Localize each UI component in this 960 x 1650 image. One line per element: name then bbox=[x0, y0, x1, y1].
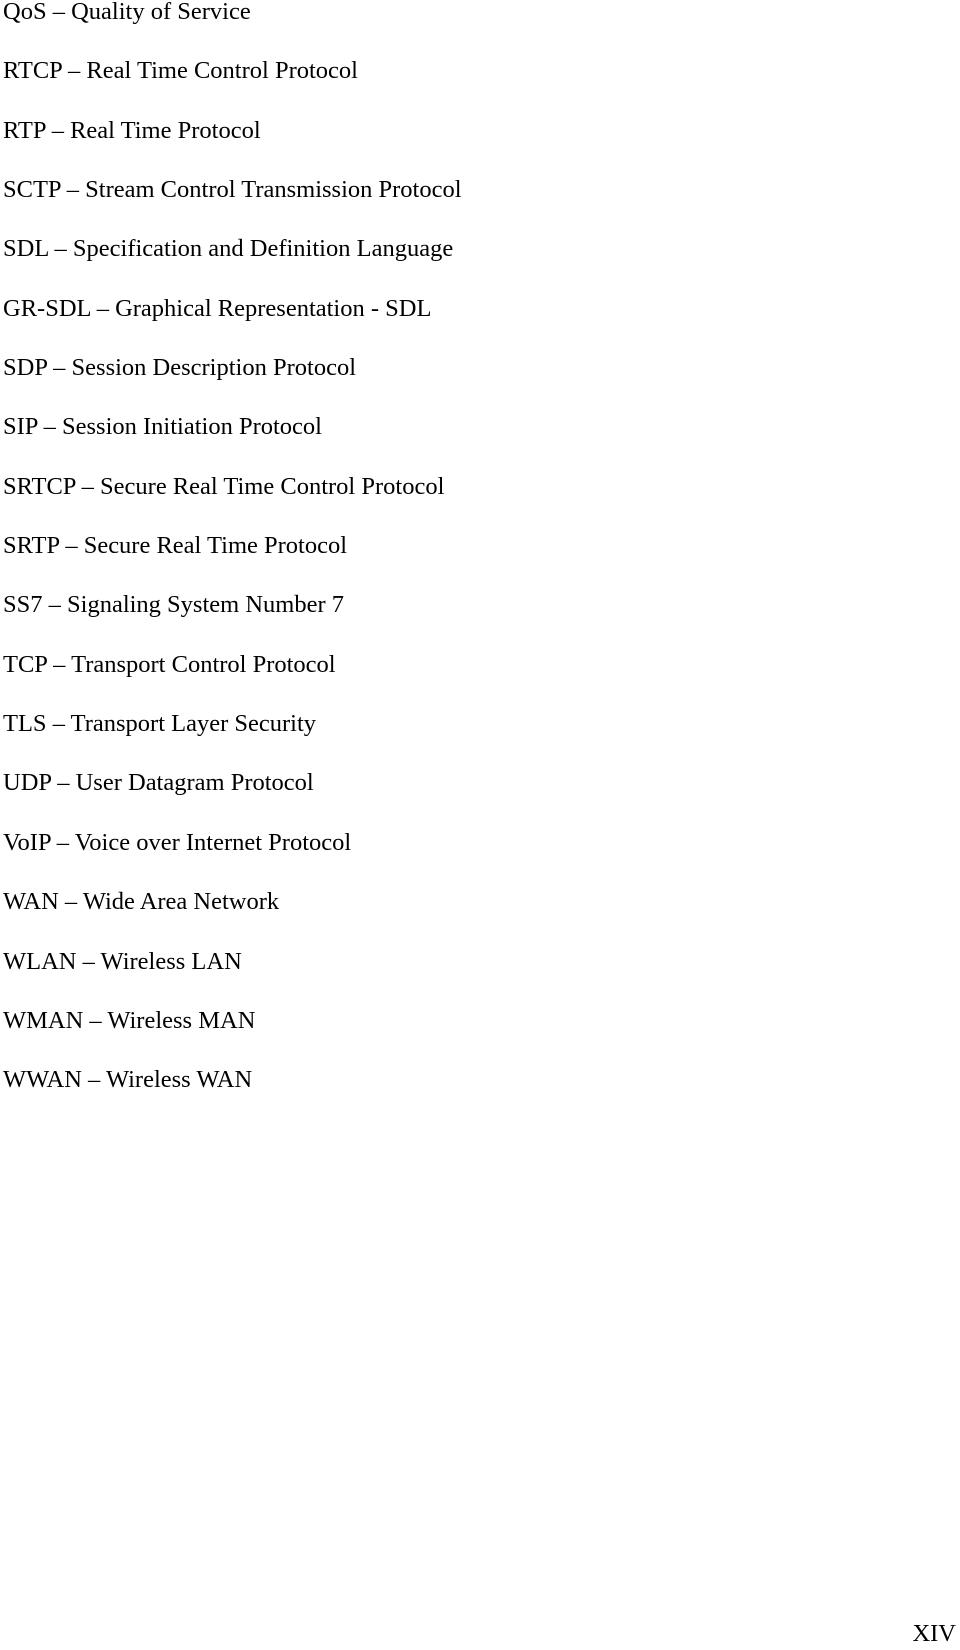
abbreviation-entry: TLS – Transport Layer Security bbox=[3, 708, 462, 767]
abbreviation-separator: – bbox=[50, 828, 75, 856]
abbreviation-definition: Real Time Control Protocol bbox=[86, 57, 358, 85]
abbreviation-separator: – bbox=[81, 1066, 106, 1094]
abbreviation-definition: Secure Real Time Control Protocol bbox=[100, 472, 445, 500]
abbreviation-definition: Voice over Internet Protocol bbox=[74, 828, 352, 856]
abbreviation-entry: QoS – Quality of Service bbox=[3, 0, 462, 55]
abbreviation-definition: Transport Layer Security bbox=[70, 710, 317, 738]
abbreviation-separator: – bbox=[45, 116, 71, 144]
abbreviation-term: RTCP bbox=[3, 57, 62, 85]
abbreviation-separator: – bbox=[75, 472, 101, 500]
page-number: XIV bbox=[912, 1620, 956, 1647]
abbreviation-entry: WAN – Wide Area Network bbox=[3, 886, 462, 945]
abbreviation-separator: – bbox=[46, 0, 72, 25]
abbreviation-term: SDP bbox=[3, 354, 48, 382]
abbreviation-definition: Wireless WAN bbox=[105, 1066, 253, 1094]
abbreviation-definition: Transport Control Protocol bbox=[71, 650, 336, 678]
abbreviation-entry: SRTCP – Secure Real Time Control Protoco… bbox=[3, 471, 462, 530]
abbreviation-entry: SIP – Session Initiation Protocol bbox=[3, 411, 462, 470]
abbreviation-entry: TCP – Transport Control Protocol bbox=[3, 649, 462, 708]
abbreviation-entry: RTP – Real Time Protocol bbox=[3, 115, 462, 174]
abbreviation-separator: – bbox=[47, 650, 72, 678]
abbreviation-definition: Wide Area Network bbox=[82, 888, 280, 916]
abbreviation-entry: SS7 – Signaling System Number 7 bbox=[3, 589, 462, 648]
abbreviation-entry: GR-SDL – Graphical Representation - SDL bbox=[3, 293, 462, 352]
abbreviation-definition: Session Description Protocol bbox=[71, 354, 357, 382]
abbreviation-term: SRTCP bbox=[3, 472, 76, 500]
abbreviation-entry: VoIP – Voice over Internet Protocol bbox=[3, 827, 462, 886]
abbreviation-entry: SRTP – Secure Real Time Protocol bbox=[3, 530, 462, 589]
abbreviation-term: TLS bbox=[3, 710, 47, 738]
abbreviation-definition: Real Time Protocol bbox=[70, 116, 261, 144]
abbreviation-term: TCP bbox=[3, 650, 48, 678]
abbreviation-separator: – bbox=[90, 294, 116, 322]
abbreviation-definition: Wireless MAN bbox=[107, 1006, 256, 1034]
abbreviation-definition: User Datagram Protocol bbox=[75, 769, 314, 797]
abbreviation-definition: Signaling System Number 7 bbox=[67, 591, 344, 619]
abbreviation-separator: – bbox=[37, 413, 63, 441]
abbreviation-definition: Session Initiation Protocol bbox=[62, 413, 322, 441]
abbreviation-term: QoS bbox=[3, 0, 47, 25]
abbreviation-term: VoIP bbox=[3, 828, 51, 856]
abbreviation-separator: – bbox=[51, 769, 76, 797]
abbreviation-separator: – bbox=[46, 710, 71, 738]
abbreviation-separator: – bbox=[47, 354, 72, 382]
abbreviation-separator: – bbox=[59, 532, 84, 560]
abbreviation-term: WMAN bbox=[3, 1006, 84, 1034]
abbreviation-entry: SCTP – Stream Control Transmission Proto… bbox=[3, 174, 462, 233]
abbreviation-entry: RTCP – Real Time Control Protocol bbox=[3, 55, 462, 114]
abbreviation-term: SS7 bbox=[3, 591, 43, 619]
abbreviation-term: SRTP bbox=[3, 532, 60, 560]
abbreviation-definition: Secure Real Time Protocol bbox=[83, 532, 348, 560]
abbreviation-entry: UDP – User Datagram Protocol bbox=[3, 767, 462, 826]
abbreviation-term: WLAN bbox=[3, 947, 77, 975]
abbreviation-definition: Specification and Definition Language bbox=[72, 235, 454, 263]
abbreviation-separator: – bbox=[60, 176, 86, 204]
abbreviation-term: WWAN bbox=[3, 1066, 82, 1094]
abbreviation-term: RTP bbox=[3, 116, 46, 144]
abbreviation-separator: – bbox=[61, 57, 87, 85]
abbreviation-separator: – bbox=[48, 235, 73, 263]
abbreviation-term: UDP bbox=[3, 769, 52, 797]
abbreviation-term: SIP bbox=[3, 413, 38, 441]
abbreviation-entry: WWAN – Wireless WAN bbox=[3, 1064, 462, 1123]
abbreviation-list: QoS – Quality of Service RTCP – Real Time… bbox=[3, 0, 462, 1124]
abbreviation-definition: Wireless LAN bbox=[100, 947, 242, 975]
abbreviation-term: SCTP bbox=[3, 176, 61, 204]
abbreviation-term: GR-SDL bbox=[3, 294, 91, 322]
abbreviation-definition: Quality of Service bbox=[71, 0, 251, 25]
abbreviation-definition: Graphical Representation - SDL bbox=[115, 294, 432, 322]
abbreviation-term: SDL bbox=[3, 235, 49, 263]
abbreviation-entry: WLAN – Wireless LAN bbox=[3, 946, 462, 1005]
abbreviation-separator: – bbox=[42, 591, 68, 619]
abbreviation-separator: – bbox=[83, 1006, 108, 1034]
abbreviation-entry: WMAN – Wireless MAN bbox=[3, 1005, 462, 1064]
abbreviation-term: WAN bbox=[3, 888, 59, 916]
abbreviation-separator: – bbox=[58, 888, 83, 916]
abbreviation-entry: SDL – Specification and Definition Langu… bbox=[3, 233, 462, 292]
abbreviation-definition: Stream Control Transmission Protocol bbox=[85, 176, 462, 204]
abbreviation-entry: SDP – Session Description Protocol bbox=[3, 352, 462, 411]
abbreviation-separator: – bbox=[76, 947, 101, 975]
